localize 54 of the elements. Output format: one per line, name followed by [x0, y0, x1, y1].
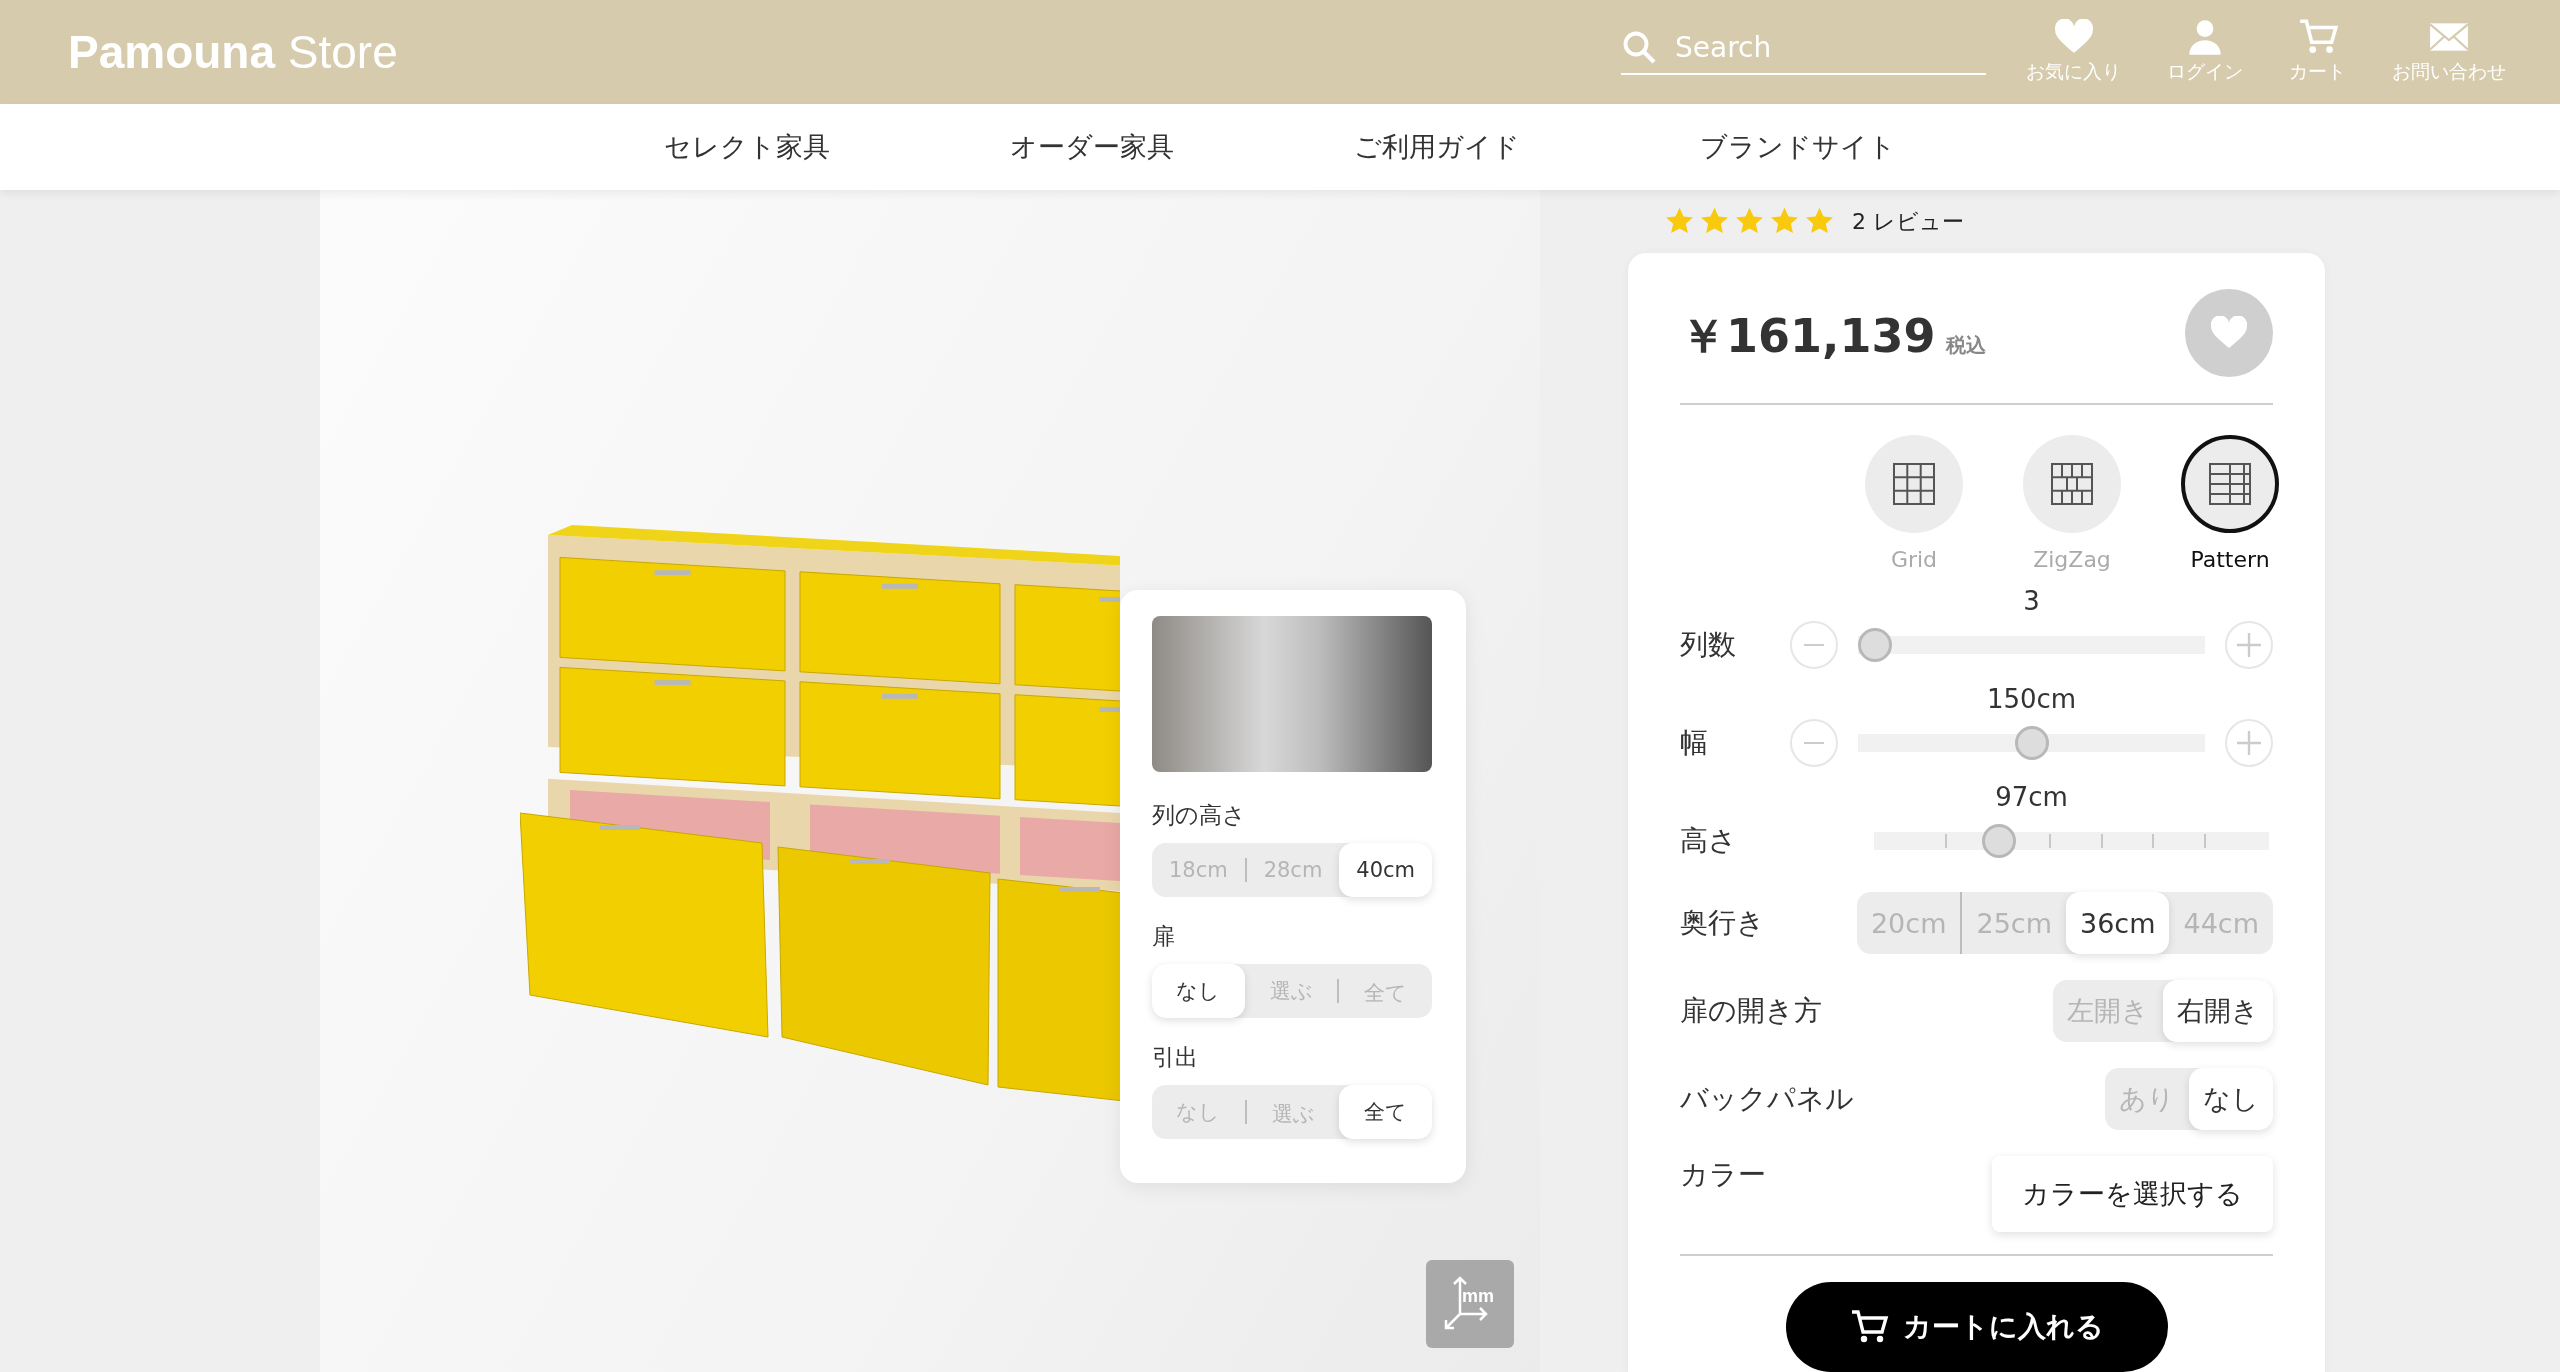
review-count[interactable]: 2 レビュー	[1852, 206, 1964, 237]
contact-link[interactable]: お問い合わせ	[2392, 19, 2506, 85]
plus-icon	[2237, 731, 2261, 755]
option-label: 列の高さ	[1152, 801, 1247, 830]
option-label: 扉の開き方	[1680, 993, 1822, 1029]
slider-thumb[interactable]	[1858, 628, 1892, 662]
slider-value: 150cm	[1985, 683, 2078, 716]
price: ￥161,139	[1680, 313, 1936, 365]
option-label: カラー	[1680, 1157, 1766, 1193]
segment-option[interactable]: 右開き	[2163, 980, 2273, 1042]
slider-label: 列数	[1680, 627, 1737, 663]
cart-icon	[1849, 1310, 1889, 1344]
segment-option[interactable]: なし	[2189, 1068, 2273, 1130]
minus-icon	[1802, 644, 1826, 646]
option-label: バックパネル	[1680, 1081, 1854, 1117]
select-color-button[interactable]: カラーを選択する	[1992, 1156, 2273, 1232]
search-field[interactable]: Search	[1673, 29, 1957, 65]
option-label: 扉	[1152, 922, 1176, 951]
segment-option[interactable]: なし	[1152, 964, 1245, 1018]
slider-thumb[interactable]	[2014, 726, 2049, 760]
segment-option[interactable]: 40cm	[1339, 843, 1432, 897]
segment-option[interactable]: 全て	[1339, 1085, 1432, 1139]
option-label: 引出	[1152, 1043, 1199, 1072]
slider-value: 97cm	[1994, 781, 2069, 814]
units-button[interactable]: mm	[1426, 1260, 1514, 1348]
grid-icon	[1892, 462, 1936, 506]
option-label: 奥行き	[1680, 905, 1765, 941]
nav-link[interactable]: ご利用ガイド	[1354, 129, 1520, 165]
add-to-cart-button[interactable]: カートに入れる	[1785, 1282, 2168, 1372]
slider-thumb[interactable]	[1982, 824, 2017, 858]
grid-icon	[2050, 462, 2094, 506]
unit-label: mm	[1462, 1286, 1494, 1307]
plus-icon	[2237, 633, 2261, 657]
store-logo[interactable]: Pamouna Store	[68, 25, 398, 79]
plus-button[interactable]	[2225, 719, 2273, 767]
tax-label: 税込	[1945, 332, 1986, 359]
search-icon	[1621, 29, 1657, 65]
segment-option[interactable]: 36cm	[2065, 892, 2170, 954]
plus-button[interactable]	[2225, 621, 2273, 669]
minus-button[interactable]	[1790, 719, 1838, 767]
cart-link[interactable]: カート	[2289, 19, 2346, 85]
nav-link[interactable]: オーダー家具	[1010, 129, 1174, 165]
grid-icon	[2208, 462, 2252, 506]
heart-icon	[2052, 19, 2095, 55]
minus-button[interactable]	[1790, 621, 1838, 669]
slider-label: 幅	[1680, 725, 1709, 761]
nav-link[interactable]: セレクト家具	[664, 129, 830, 165]
favorites-link[interactable]: お気に入り	[2026, 19, 2121, 85]
slider-value: 3	[2022, 585, 2041, 618]
nav-link[interactable]: ブランドサイト	[1700, 129, 1896, 165]
heart-icon	[2209, 316, 2249, 350]
minus-icon	[1802, 742, 1826, 744]
slider-label: 高さ	[1680, 823, 1738, 859]
login-link[interactable]: ログイン	[2167, 19, 2243, 85]
